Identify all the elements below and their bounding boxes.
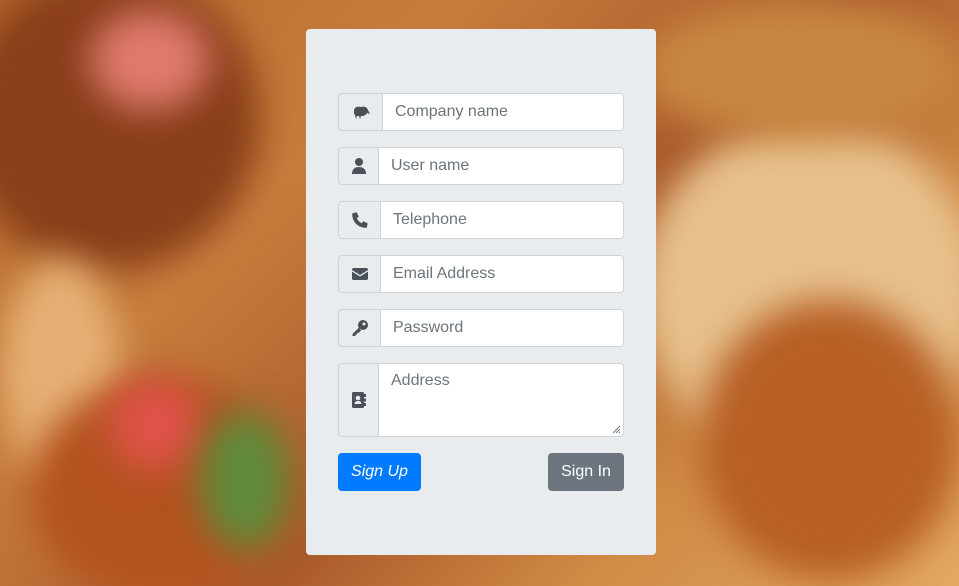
company-field-group: Company name: [338, 93, 624, 131]
email-field-group: Email Address: [338, 255, 624, 293]
user-icon: [338, 147, 378, 185]
resize-handle-icon[interactable]: [612, 425, 621, 434]
password-input[interactable]: Password: [380, 309, 624, 347]
envelope-icon: [338, 255, 380, 293]
email-input[interactable]: Email Address: [380, 255, 624, 293]
address-book-icon: [338, 363, 378, 437]
address-placeholder: Address: [391, 372, 450, 389]
sign-in-button[interactable]: Sign In: [548, 453, 624, 491]
company-name-input[interactable]: Company name: [382, 93, 624, 131]
username-field-group: User name: [338, 147, 624, 185]
address-textarea[interactable]: Address: [378, 363, 624, 437]
telephone-input[interactable]: Telephone: [380, 201, 624, 239]
key-icon: [338, 309, 380, 347]
signup-card: Company name User name Telephone Email A…: [306, 29, 656, 555]
phone-icon: [338, 201, 380, 239]
sign-up-button[interactable]: Sign Up: [338, 453, 421, 491]
kiwi-bird-icon: [338, 93, 382, 131]
username-input[interactable]: User name: [378, 147, 624, 185]
address-field-group: Address: [338, 363, 624, 437]
password-field-group: Password: [338, 309, 624, 347]
telephone-field-group: Telephone: [338, 201, 624, 239]
